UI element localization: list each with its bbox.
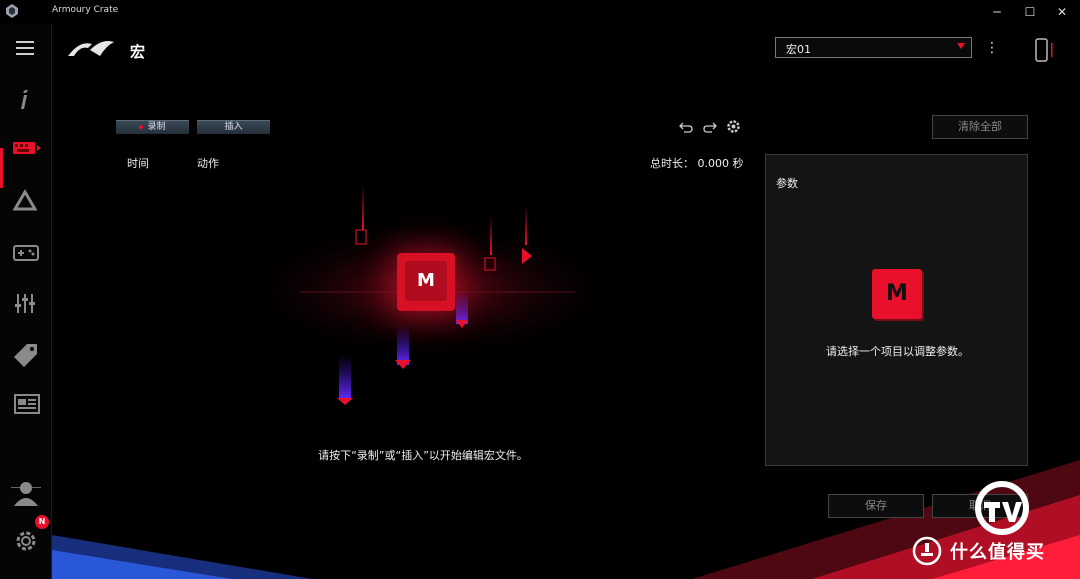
undo-icon[interactable]: [678, 120, 694, 134]
user-icon: [14, 482, 38, 506]
redo-icon[interactable]: [702, 120, 718, 134]
sidebar-item-device-info[interactable]: [0, 79, 51, 119]
sidebar-item-deals[interactable]: [0, 334, 51, 374]
panel-hint: 请选择一个项目以调整参数。: [826, 345, 969, 358]
column-header-action: 动作: [197, 157, 219, 170]
record-button[interactable]: 录制: [116, 120, 189, 134]
watermark-text: 什么值得买: [950, 542, 1045, 563]
maximize-button[interactable]: ☐: [1013, 0, 1047, 24]
insert-button[interactable]: 插入: [197, 120, 270, 134]
gamepad-icon: [13, 245, 39, 261]
keyboard-macro-icon: [13, 142, 41, 154]
parameters-panel: 参数 M 请选择一个项目以调整参数。: [765, 154, 1028, 466]
key-placeholder-icon: M: [872, 269, 922, 319]
sidebar-item-tuner[interactable]: [0, 283, 51, 323]
panel-title: 参数: [776, 177, 798, 190]
hamburger-icon: [16, 41, 34, 55]
macro-profile-dropdown[interactable]: 宏01: [775, 37, 972, 58]
info-icon: [21, 90, 28, 109]
clear-all-button[interactable]: 清除全部: [932, 115, 1028, 139]
profile-selected-value: 宏01: [786, 43, 811, 56]
column-header-time: 时间: [127, 157, 149, 170]
more-options-icon[interactable]: ⋮: [985, 40, 999, 56]
title-bar: Armoury Crate ─ ☐ ✕: [0, 0, 1080, 24]
chevron-down-icon: [957, 43, 965, 49]
empty-state-hint: 请按下“录制”或“插入”以开始编辑宏文件。: [318, 449, 528, 462]
sidebar-item-game-library[interactable]: [0, 232, 51, 272]
news-icon: [14, 394, 40, 414]
notification-badge: N: [35, 515, 49, 529]
gear-icon: [16, 531, 36, 551]
macro-key-illustration: M: [397, 253, 455, 311]
sidebar-item-news[interactable]: [0, 384, 51, 424]
watermark-logo-icon: [975, 481, 1029, 535]
close-button[interactable]: ✕: [1045, 0, 1079, 24]
app-logo-icon: [6, 4, 18, 18]
tag-icon: [14, 344, 37, 367]
save-button[interactable]: 保存: [828, 494, 924, 518]
minimize-button[interactable]: ─: [980, 0, 1014, 24]
record-dot-icon: [139, 124, 144, 129]
sliders-icon: [15, 294, 35, 313]
rog-logo-icon: [68, 41, 114, 56]
menu-button[interactable]: [0, 28, 51, 68]
device-icon[interactable]: [1034, 37, 1056, 63]
sidebar-item-user[interactable]: [0, 471, 51, 511]
sidebar-item-aura[interactable]: [0, 181, 51, 221]
triangle-icon: [13, 189, 37, 211]
watermark-badge-icon: [912, 536, 942, 566]
page-title: 宏: [130, 43, 146, 61]
record-label: 录制: [147, 122, 166, 132]
window-title: Armoury Crate: [52, 5, 119, 15]
settings-gear-icon[interactable]: [726, 119, 741, 134]
side-navigation: N: [0, 24, 52, 579]
total-duration: 总时长： 0.000 秒: [650, 157, 744, 170]
sidebar-item-macro[interactable]: [0, 128, 51, 168]
key-letter: M: [405, 261, 447, 301]
